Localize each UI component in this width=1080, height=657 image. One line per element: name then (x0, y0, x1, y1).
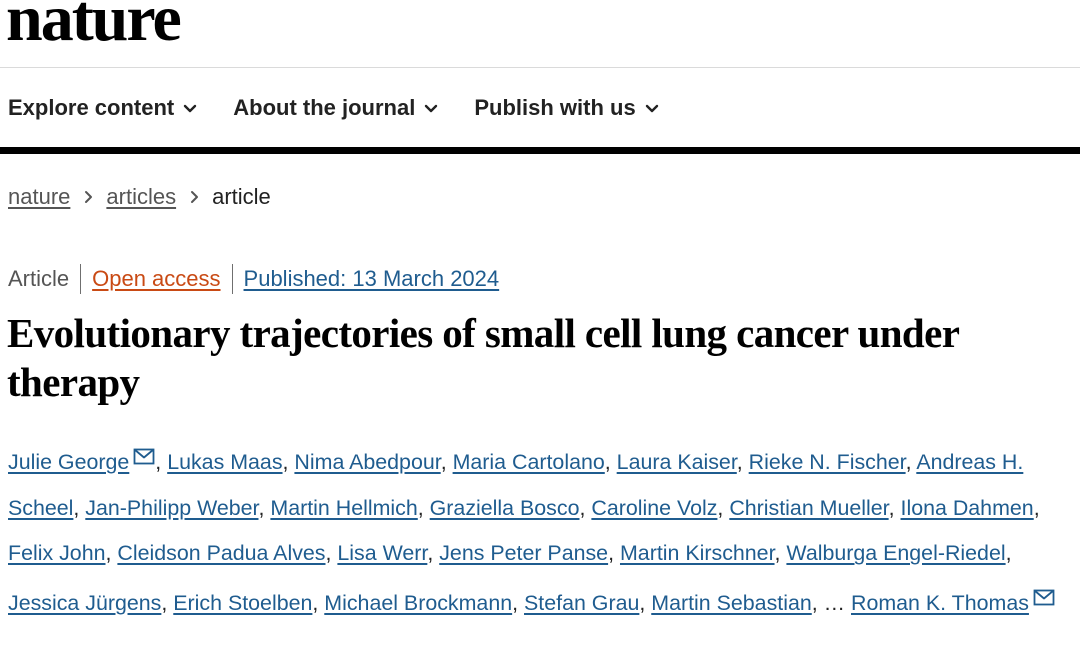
meta-divider (80, 264, 82, 294)
breadcrumb-current: article (212, 184, 271, 209)
email-icon[interactable] (1033, 577, 1055, 623)
author-item: Roman K. Thomas (851, 589, 1055, 615)
nav-explore-content[interactable]: Explore content (8, 95, 197, 121)
author-item: Maria Cartolano (453, 450, 605, 474)
author-item: Stefan Grau (524, 591, 639, 615)
nature-logo[interactable]: nature (6, 0, 182, 52)
author-item: Caroline Volz (591, 496, 717, 520)
breadcrumb-item-articles[interactable]: articles (106, 184, 176, 210)
header-divider (0, 67, 1080, 68)
author-link[interactable]: Lukas Maas (167, 450, 282, 474)
breadcrumb-item-nature[interactable]: nature (8, 184, 70, 210)
author-list: Julie George, Lukas Maas, Nima Abedpour,… (8, 436, 1080, 627)
author-item: Nima Abedpour (294, 450, 440, 474)
nav-about-the-journal[interactable]: About the journal (233, 95, 438, 121)
author-link[interactable]: Martin Hellmich (270, 496, 417, 520)
authors-ellipsis[interactable]: … (824, 591, 845, 615)
author-link[interactable]: Felix John (8, 541, 106, 565)
author-item: Michael Brockmann (324, 591, 512, 615)
author-link[interactable]: Nima Abedpour (294, 450, 440, 474)
author-item: Felix John (8, 541, 106, 565)
author-link[interactable]: Jessica Jürgens (8, 591, 161, 615)
main-nav: Explore content About the journal Publis… (8, 94, 695, 122)
author-link[interactable]: Rieke N. Fischer (749, 450, 906, 474)
author-item: Walburga Engel-Riedel (786, 541, 1005, 565)
nav-divider (0, 147, 1080, 154)
author-link[interactable]: Christian Mueller (729, 496, 888, 520)
author-item: Jessica Jürgens (8, 591, 161, 615)
author-link[interactable]: Graziella Bosco (430, 496, 580, 520)
author-link[interactable]: Laura Kaiser (617, 450, 737, 474)
nav-publish-with-us[interactable]: Publish with us (474, 95, 658, 121)
author-link[interactable]: Caroline Volz (591, 496, 717, 520)
chevron-right-icon (84, 190, 93, 204)
author-link[interactable]: Ilona Dahmen (901, 496, 1034, 520)
nav-item-label: Publish with us (474, 95, 636, 120)
article-meta: Article Open access Published: 13 March … (8, 264, 499, 294)
author-link[interactable]: Cleidson Padua Alves (117, 541, 325, 565)
author-item: Jens Peter Panse (439, 541, 608, 565)
author-item: Lisa Werr (337, 541, 427, 565)
author-item: Laura Kaiser (617, 450, 737, 474)
chevron-down-icon (184, 104, 197, 113)
author-link[interactable]: Stefan Grau (524, 591, 639, 615)
chevron-down-icon (645, 104, 658, 113)
nav-item-label: About the journal (233, 95, 416, 120)
author-item: Jan-Philipp Weber (85, 496, 258, 520)
author-link[interactable]: Roman K. Thomas (851, 591, 1029, 615)
email-icon[interactable] (133, 436, 155, 482)
chevron-down-icon (425, 104, 438, 113)
author-item: Martin Hellmich (270, 496, 417, 520)
author-link[interactable]: Jan-Philipp Weber (85, 496, 258, 520)
author-item: Christian Mueller (729, 496, 888, 520)
author-item: Erich Stoelben (173, 591, 312, 615)
article-type: Article (8, 266, 70, 291)
author-item: Graziella Bosco (430, 496, 580, 520)
author-item: Martin Kirschner (620, 541, 775, 565)
published-date-link[interactable]: Published: 13 March 2024 (244, 266, 500, 292)
chevron-right-icon (190, 190, 199, 204)
author-link[interactable]: Michael Brockmann (324, 591, 512, 615)
author-items: Julie George, Lukas Maas, Nima Abedpour,… (8, 448, 1055, 615)
author-link[interactable]: Jens Peter Panse (439, 541, 608, 565)
author-item: Rieke N. Fischer (749, 450, 906, 474)
author-link[interactable]: Erich Stoelben (173, 591, 312, 615)
nav-item-label: Explore content (8, 95, 175, 120)
author-item: Martin Sebastian (651, 591, 812, 615)
author-link[interactable]: Martin Sebastian (651, 591, 812, 615)
meta-divider (231, 264, 233, 294)
article-title: Evolutionary trajectories of small cell … (7, 310, 959, 405)
author-item: Julie George (8, 448, 155, 474)
author-item: Ilona Dahmen (901, 496, 1034, 520)
author-link[interactable]: Martin Kirschner (620, 541, 775, 565)
author-link[interactable]: Julie George (8, 450, 129, 474)
breadcrumb: nature articles article (8, 184, 271, 210)
open-access-link[interactable]: Open access (92, 266, 220, 292)
author-link[interactable]: Lisa Werr (337, 541, 427, 565)
author-link[interactable]: Walburga Engel-Riedel (786, 541, 1005, 565)
author-link[interactable]: Maria Cartolano (453, 450, 605, 474)
author-item: Cleidson Padua Alves (117, 541, 325, 565)
author-item: Lukas Maas (167, 450, 282, 474)
